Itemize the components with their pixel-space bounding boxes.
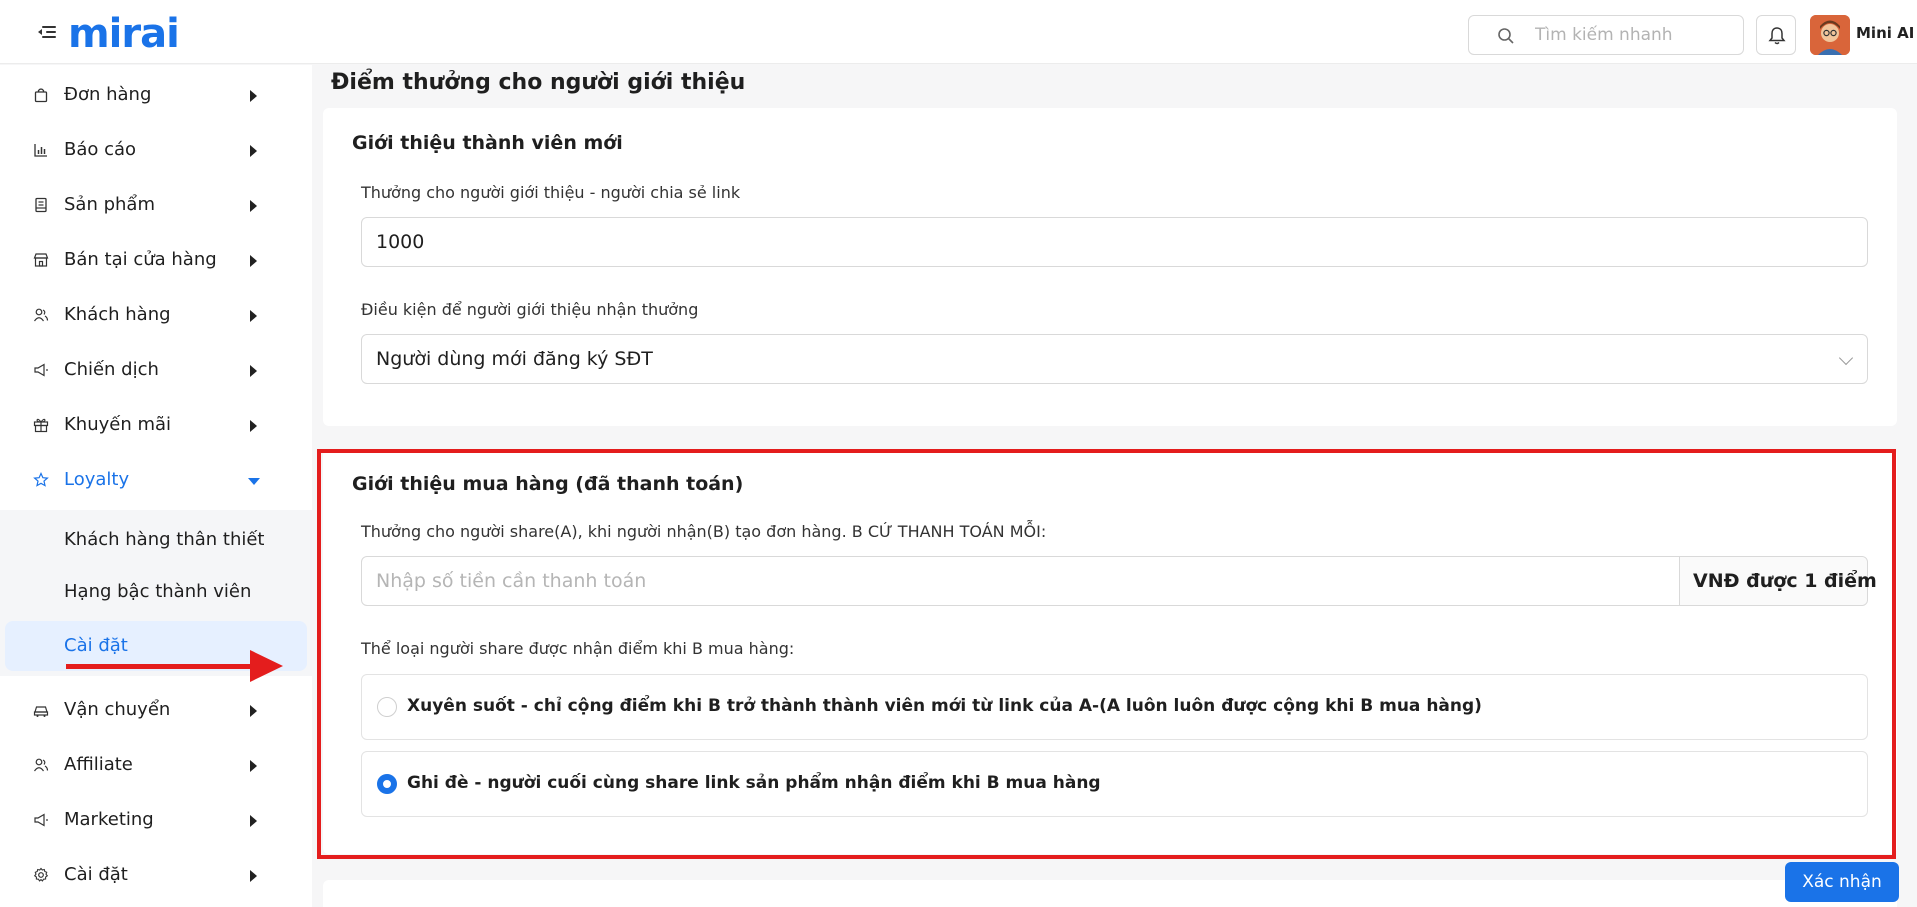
star-icon: [33, 472, 49, 487]
caret-right-icon: [250, 815, 257, 827]
logo[interactable]: mirai: [68, 12, 180, 56]
sidebar-item-label: Khuyến mãi: [64, 414, 172, 435]
menu-collapse-icon[interactable]: [38, 26, 56, 40]
users-icon: [34, 758, 49, 772]
subnav-item-label: Hạng bậc thành viên: [64, 581, 252, 602]
sidebar-item-affiliate[interactable]: Affiliate: [0, 740, 312, 790]
sidebar-item-marketing[interactable]: Marketing: [0, 795, 312, 845]
users-icon: [34, 308, 49, 322]
sidebar-item-label: Báo cáo: [64, 139, 137, 160]
notification-button[interactable]: [1756, 15, 1796, 55]
caret-right-icon: [250, 255, 257, 267]
reward-field-label: Thưởng cho người giới thiệu - người chia…: [361, 183, 741, 202]
sidebar-item-label: Đơn hàng: [64, 84, 152, 105]
sidebar-item-loyalty[interactable]: Loyalty: [0, 455, 312, 505]
megaphone-icon: [34, 363, 48, 377]
sidebar-item-customers[interactable]: Khách hàng: [0, 290, 312, 340]
sidebar-item-label: Affiliate: [64, 754, 133, 775]
sidebar-item-label: Loyalty: [64, 469, 130, 490]
sidebar-item-products[interactable]: Sản phẩm: [0, 180, 312, 230]
sidebar-item-settings[interactable]: Cài đặt: [0, 850, 312, 900]
gear-icon: [33, 867, 49, 882]
sidebar-item-label: Sản phẩm: [64, 194, 155, 215]
search-input[interactable]: [1535, 24, 1735, 46]
store-icon: [33, 253, 49, 267]
megaphone-icon: [34, 813, 48, 827]
caret-right-icon: [250, 145, 257, 157]
user-name[interactable]: Mini AI: [1856, 24, 1914, 42]
annotation-arrow-icon: [250, 650, 283, 682]
chart-icon: [34, 144, 47, 157]
sidebar-item-label: Marketing: [64, 809, 154, 830]
sidebar-item-shipping[interactable]: Vận chuyển: [0, 685, 312, 735]
sidebar-item-label: Bán tại cửa hàng: [64, 249, 217, 270]
chevron-down-icon: [1838, 350, 1854, 366]
top-header: mirai Mini AI: [0, 0, 1917, 64]
sidebar-item-label: Cài đặt: [64, 864, 128, 885]
subnav-item-member-tiers[interactable]: Hạng bậc thành viên: [0, 567, 312, 617]
car-icon: [33, 706, 49, 717]
sidebar-item-orders[interactable]: Đơn hàng: [0, 70, 312, 120]
caret-right-icon: [250, 90, 257, 102]
condition-select[interactable]: Người dùng mới đăng ký SĐT: [361, 334, 1868, 384]
caret-right-icon: [250, 705, 257, 717]
sidebar-item-campaigns[interactable]: Chiến dịch: [0, 345, 312, 395]
reward-input-value: 1000: [376, 231, 425, 253]
gift-icon: [33, 418, 49, 433]
subnav-item-label: Khách hàng thân thiết: [64, 529, 265, 550]
sidebar-item-label: Chiến dịch: [64, 359, 159, 380]
sidebar-item-label: Khách hàng: [64, 304, 171, 325]
sidebar-item-pos[interactable]: Bán tại cửa hàng: [0, 235, 312, 285]
search-icon: [1498, 28, 1514, 44]
sidebar: Đơn hàng Báo cáo Sản phẩm Bán tại cửa hà…: [0, 65, 312, 907]
sidebar-item-promotions[interactable]: Khuyến mãi: [0, 400, 312, 450]
sidebar-item-label: Vận chuyển: [64, 699, 171, 720]
reward-input[interactable]: 1000: [361, 217, 1868, 267]
subnav-item-loyal-customers[interactable]: Khách hàng thân thiết: [0, 515, 312, 565]
bell-icon: [1768, 27, 1786, 45]
next-card: [323, 880, 1897, 907]
caret-right-icon: [250, 365, 257, 377]
condition-select-value: Người dùng mới đăng ký SĐT: [376, 348, 653, 370]
caret-right-icon: [250, 310, 257, 322]
subnav-item-label: Cài đặt: [64, 635, 128, 656]
annotation-arrow-line: [66, 664, 256, 669]
highlight-box: [317, 449, 1896, 859]
caret-down-icon: [248, 478, 260, 485]
confirm-button[interactable]: Xác nhận: [1785, 862, 1899, 902]
new-member-referral-card: Giới thiệu thành viên mới Thưởng cho ngư…: [323, 108, 1897, 426]
caret-right-icon: [250, 200, 257, 212]
caret-right-icon: [250, 420, 257, 432]
caret-right-icon: [250, 870, 257, 882]
book-icon: [35, 197, 47, 213]
page-title: Điểm thưởng cho người giới thiệu: [331, 70, 746, 95]
condition-field-label: Điều kiện để người giới thiệu nhận thưởn…: [361, 300, 699, 319]
search-box[interactable]: [1468, 15, 1744, 55]
sidebar-item-reports[interactable]: Báo cáo: [0, 125, 312, 175]
avatar[interactable]: [1810, 15, 1850, 55]
card-title: Giới thiệu thành viên mới: [352, 132, 623, 154]
bag-icon: [34, 88, 48, 103]
caret-right-icon: [250, 760, 257, 772]
